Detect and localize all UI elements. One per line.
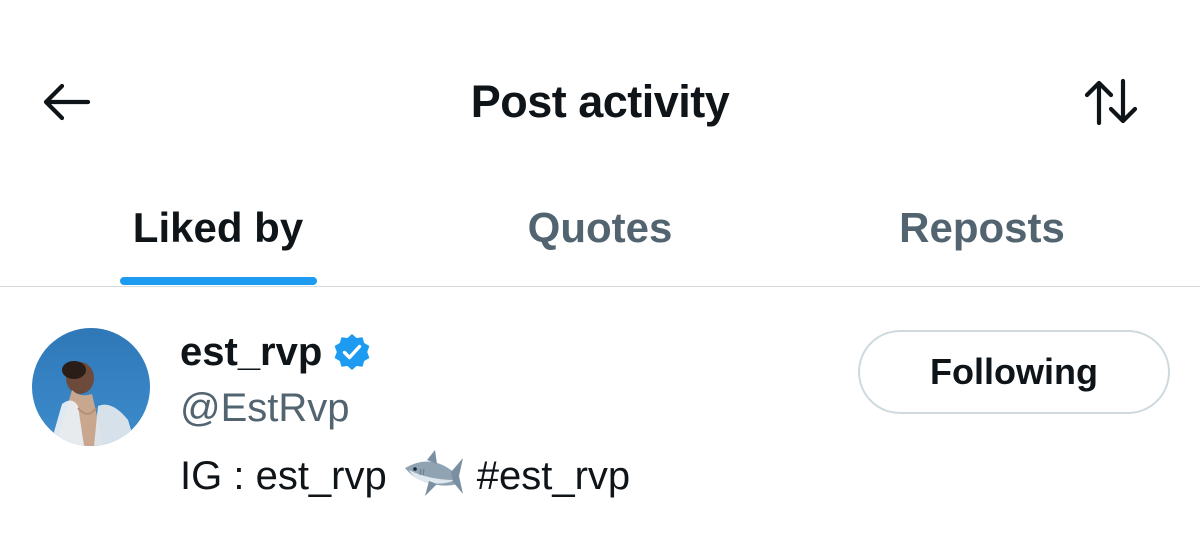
shark-emoji-icon [399, 448, 465, 504]
verified-badge-icon [332, 332, 372, 372]
user-handle: @EstRvp [180, 386, 350, 430]
following-button[interactable]: Following [858, 330, 1170, 414]
bio-hashtag[interactable]: #est_rvp [477, 450, 630, 502]
bio-text: IG : est_rvp [180, 454, 387, 498]
tab-liked-by[interactable]: Liked by [0, 180, 436, 286]
tab-bar: Liked by Quotes Reposts [0, 180, 1200, 287]
tab-quotes[interactable]: Quotes [384, 180, 816, 286]
sort-button[interactable] [1076, 74, 1146, 130]
user-list-item[interactable]: est_rvp @EstRvp IG : est_rvp #est_rvp Fo… [0, 288, 1200, 541]
post-activity-screen: Post activity Liked by Quotes Reposts es… [0, 0, 1200, 541]
tab-label: Liked by [132, 204, 304, 251]
header: Post activity [0, 50, 1200, 154]
tab-reposts[interactable]: Reposts [800, 180, 1164, 286]
display-name[interactable]: est_rvp [180, 326, 322, 378]
name-line: est_rvp [180, 326, 372, 378]
tab-label: Reposts [899, 204, 1065, 251]
tab-label: Quotes [527, 204, 673, 251]
user-bio: IG : est_rvp #est_rvp [180, 448, 630, 504]
avatar[interactable] [32, 328, 150, 446]
active-tab-indicator [120, 277, 317, 285]
page-title: Post activity [470, 76, 730, 127]
sort-arrows-icon [1084, 78, 1138, 126]
avatar-image [32, 328, 150, 446]
